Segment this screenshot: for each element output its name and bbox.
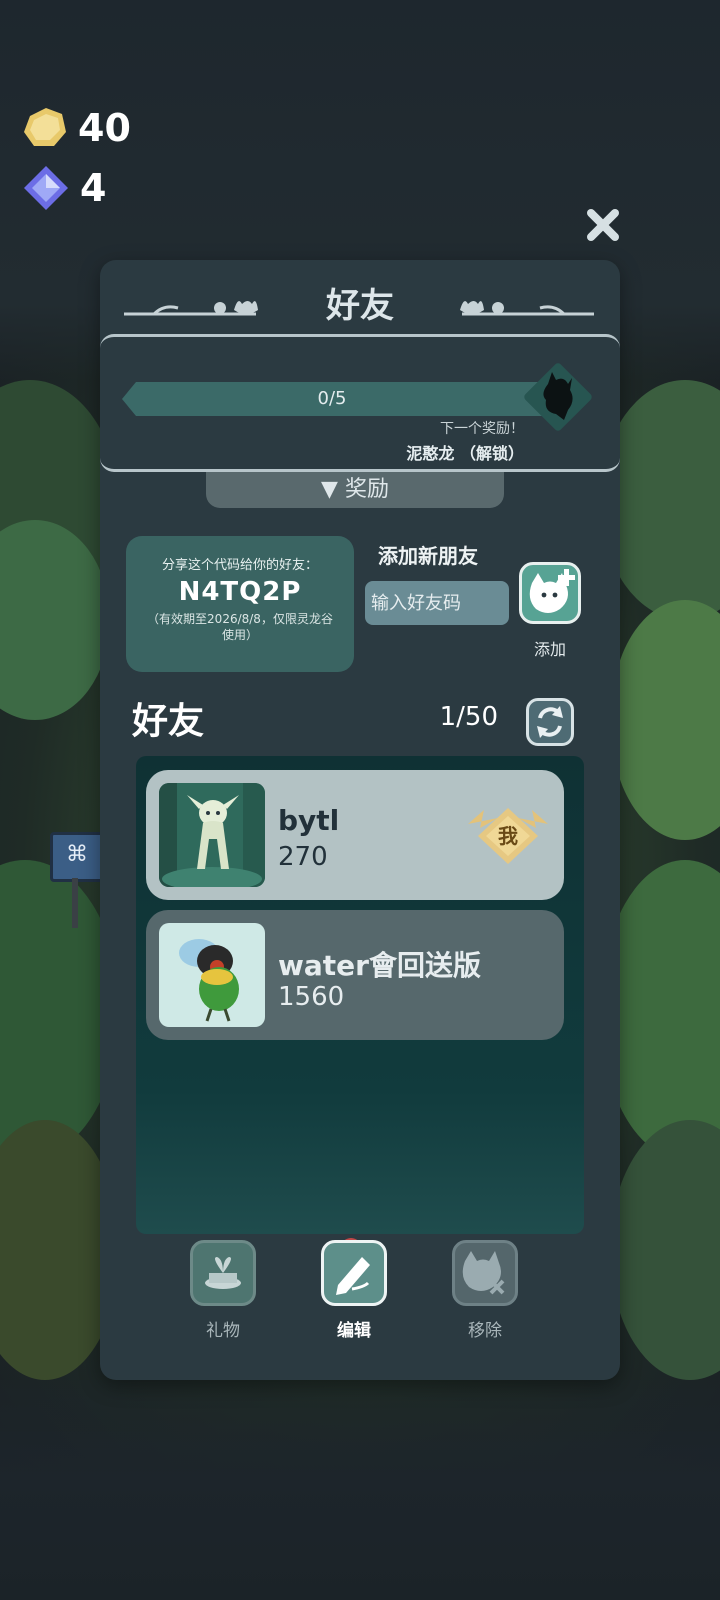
- me-badge-label: 我: [498, 824, 518, 848]
- gem-icon: [24, 166, 68, 210]
- avatar: [159, 923, 265, 1027]
- gift-label: 礼物: [206, 1321, 240, 1341]
- reward-progress-text: 0/5: [317, 388, 347, 409]
- gem-counter: 4: [22, 164, 106, 212]
- remove-friend-icon: [462, 1251, 505, 1295]
- remove-label: 移除: [468, 1321, 502, 1341]
- gold-counter: 40: [22, 106, 131, 150]
- add-friend-title: 添加新朋友: [378, 544, 478, 568]
- friend-score: 1560: [278, 982, 345, 1012]
- avatar: [159, 783, 265, 887]
- refresh-button[interactable]: [526, 698, 574, 746]
- refresh-icon: [537, 706, 563, 738]
- title-ornament-right-icon: [460, 301, 594, 316]
- gem-amount: 4: [80, 166, 107, 210]
- remove-button[interactable]: [452, 1240, 518, 1306]
- share-code-card: 分享这个代码给你的好友： N4TQ2P （有效期至2026/8/8，仅限灵龙谷使…: [126, 536, 354, 672]
- share-code-note: （有效期至2026/8/8，仅限灵龙谷使用）: [147, 612, 333, 642]
- reward-tab-label: 奖励: [344, 477, 389, 502]
- me-badge: 我: [468, 806, 548, 864]
- friend-name: water會回送版: [278, 949, 481, 982]
- add-friend-button[interactable]: [519, 562, 581, 624]
- friend-code-input[interactable]: [365, 581, 509, 625]
- friends-section-title: 好友: [132, 701, 205, 742]
- edit-pencil-icon: [336, 1257, 370, 1295]
- share-code-label: 分享这个代码给你的好友：: [161, 558, 318, 573]
- add-friend-label: 添加: [533, 640, 566, 659]
- gift-icon: [205, 1257, 241, 1289]
- friends-panel: 好友 0/5 下一个奖励！ 泥憨龙 （解锁） ▼ 奖励 分享这个代码给你的好友：…: [100, 260, 620, 1380]
- friend-name: bytl: [278, 804, 340, 837]
- signpost-icon: ⌘: [50, 832, 104, 882]
- edit-label: 编辑: [337, 1321, 371, 1341]
- edit-button[interactable]: [321, 1240, 387, 1306]
- reward-tab[interactable]: ▼ 奖励: [206, 472, 504, 508]
- signpost-pole: [72, 878, 78, 928]
- gold-amount: 40: [78, 106, 131, 150]
- friend-card[interactable]: water會回送版 1560: [146, 910, 564, 1040]
- friend-card-me[interactable]: bytl 270 我: [146, 770, 564, 900]
- add-friend-icon: [529, 569, 575, 613]
- friend-score: 270: [278, 842, 328, 872]
- share-code[interactable]: N4TQ2P: [126, 577, 354, 607]
- friend-list: bytl 270 我 water會回送版 1560: [136, 756, 584, 1234]
- gold-nugget-icon: [24, 108, 66, 146]
- next-reward-name: 泥憨龙 （解锁）: [406, 444, 524, 463]
- triangle-down-icon: ▼: [321, 477, 338, 502]
- dragon-silhouette-icon: [543, 372, 573, 420]
- close-icon[interactable]: [583, 205, 623, 245]
- next-reward-label: 下一个奖励！: [440, 421, 524, 437]
- gift-button[interactable]: [190, 1240, 256, 1306]
- friends-count: 1/50: [439, 702, 498, 732]
